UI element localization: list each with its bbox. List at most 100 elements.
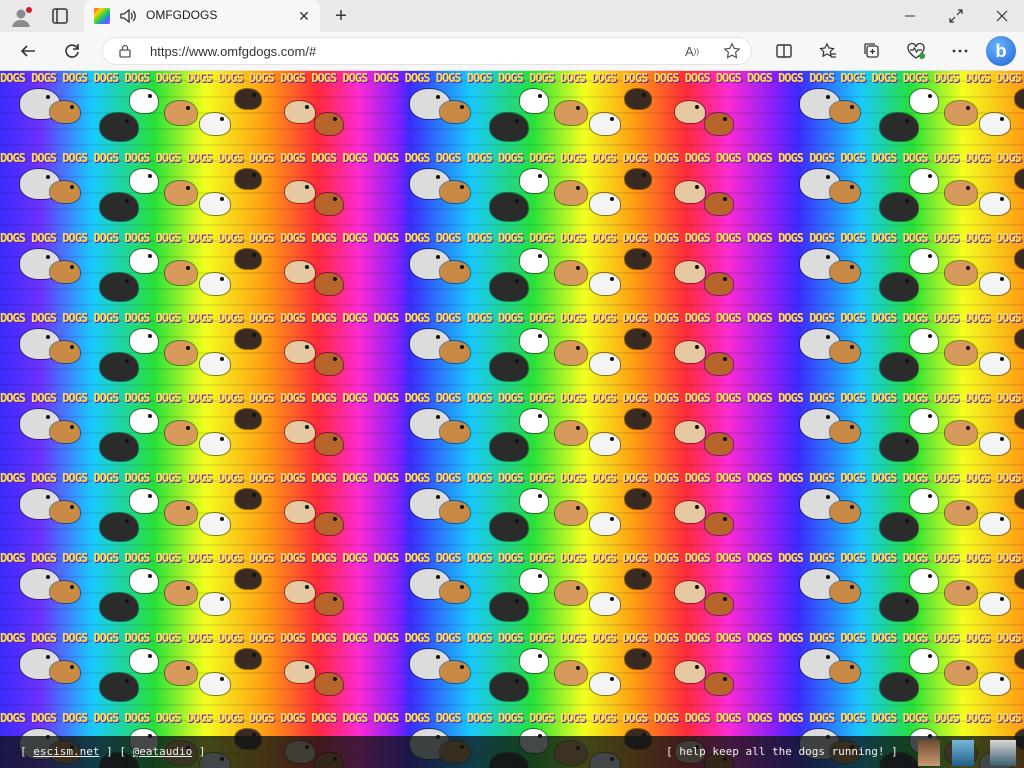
dog-row: DOGS DOGS DOGS DOGS DOGS DOGS DOGS DOGS … [0,551,1024,631]
dogs-word-band: DOGS DOGS DOGS DOGS DOGS DOGS DOGS DOGS … [0,711,1024,725]
dog-sprite [200,433,230,455]
back-arrow-icon [20,45,35,57]
dog-sprite [440,261,470,283]
donate-thumbnail-2[interactable] [952,740,974,766]
dogs-word-band: DOGS DOGS DOGS DOGS DOGS DOGS DOGS DOGS … [0,311,1024,325]
browser-essentials-button[interactable] [904,39,928,63]
favorite-star-icon[interactable] [722,41,742,61]
dog-sprite [625,649,651,669]
dog-sprite [555,421,587,445]
split-screen-button[interactable] [772,39,796,63]
dog-row: DOGS DOGS DOGS DOGS DOGS DOGS DOGS DOGS … [0,231,1024,311]
dog-sprite [520,409,548,433]
dog-sprite [130,249,158,273]
dog-sprite [200,513,230,535]
dog-sprite [100,513,138,541]
dog-sprite [910,409,938,433]
dog-sprite [675,501,705,523]
dog-sprite [235,649,261,669]
address-bar[interactable]: https://www.omfgdogs.com/# A)) [102,37,752,65]
dog-sprite [555,501,587,525]
dog-sprite [830,421,860,443]
dog-row: DOGS DOGS DOGS DOGS DOGS DOGS DOGS DOGS … [0,71,1024,151]
dog-sprite [130,489,158,513]
favorites-icon [819,42,836,58]
donate-thumbnail-1[interactable] [918,740,940,766]
dog-sprite [625,489,651,509]
restore-button[interactable] [934,0,978,32]
dog-sprite [830,501,860,523]
donate-thumbnail-3[interactable] [990,740,1016,766]
dog-sprite [315,673,343,695]
dog-sprite [285,581,315,603]
close-tab-icon[interactable]: ✕ [294,6,314,26]
dog-sprite [165,661,197,685]
refresh-button[interactable] [60,39,84,63]
close-window-button[interactable] [980,0,1024,32]
dog-sprite [880,593,918,621]
dog-sprite [590,513,620,535]
dog-sprite [910,249,938,273]
minimize-button[interactable] [888,0,932,32]
dog-sprite [1015,249,1024,269]
dog-sprite [490,193,528,221]
dog-row: DOGS DOGS DOGS DOGS DOGS DOGS DOGS DOGS … [0,151,1024,231]
url-text[interactable]: https://www.omfgdogs.com/# [150,44,316,59]
dog-sprite [520,329,548,353]
dog-sprite [880,353,918,381]
dog-sprite [165,261,197,285]
dog-sprite [165,501,197,525]
read-aloud-icon[interactable]: A)) [682,41,702,61]
dog-sprite [910,489,938,513]
dog-sprite [315,593,343,615]
browser-tab[interactable]: OMFGDOGS ✕ [84,0,320,32]
dog-sprite [200,673,230,695]
omfgdogs-background: DOGS DOGS DOGS DOGS DOGS DOGS DOGS DOGS … [0,71,1024,768]
dog-sprite [440,101,470,123]
dog-sprite [945,661,977,685]
title-bar: OMFGDOGS ✕ + [0,0,1024,32]
dog-sprite [50,661,80,683]
dog-sprite [100,113,138,141]
collections-button[interactable] [860,39,884,63]
dog-sprite [590,673,620,695]
footer-links: [ escism.net ] [ @eataudio ] [20,745,205,758]
dog-sprite [235,409,261,429]
eataudio-link[interactable]: @eataudio [133,745,193,758]
profile-icon[interactable] [10,6,32,28]
favorites-button[interactable] [816,39,840,63]
dog-sprite [285,101,315,123]
dog-sprite [945,181,977,205]
bing-icon[interactable]: b [986,36,1016,66]
dog-sprite [285,501,315,523]
dog-sprite [100,433,138,461]
new-tab-button[interactable]: + [330,5,352,27]
dog-sprite [910,569,938,593]
dog-row: DOGS DOGS DOGS DOGS DOGS DOGS DOGS DOGS … [0,471,1024,551]
dogs-word-band: DOGS DOGS DOGS DOGS DOGS DOGS DOGS DOGS … [0,471,1024,485]
dog-sprite [590,273,620,295]
tab-actions-icon[interactable] [50,6,70,26]
refresh-icon [65,44,79,58]
dog-sprite [50,261,80,283]
speaker-icon[interactable] [118,6,138,26]
dog-sprite [1015,489,1024,509]
dog-sprite [165,101,197,125]
lock-icon[interactable] [118,44,132,58]
dog-sprite [285,341,315,363]
back-button[interactable] [16,39,40,63]
escism-link[interactable]: escism.net [33,745,99,758]
dog-row: DOGS DOGS DOGS DOGS DOGS DOGS DOGS DOGS … [0,311,1024,391]
dog-sprite [130,569,158,593]
dog-sprite [880,433,918,461]
dog-sprite [830,261,860,283]
more-button[interactable] [948,39,972,63]
footer-bracket-close: ] [198,745,206,758]
dog-sprite [555,101,587,125]
dog-sprite [980,593,1010,615]
footer-bracket-open: [ [20,745,27,758]
help-dogs-link[interactable]: [ help keep all the dogs running! ] [666,745,898,758]
browser-toolbar: https://www.omfgdogs.com/# A)) b [0,32,1024,71]
dog-sprite [200,593,230,615]
dog-sprite [440,501,470,523]
